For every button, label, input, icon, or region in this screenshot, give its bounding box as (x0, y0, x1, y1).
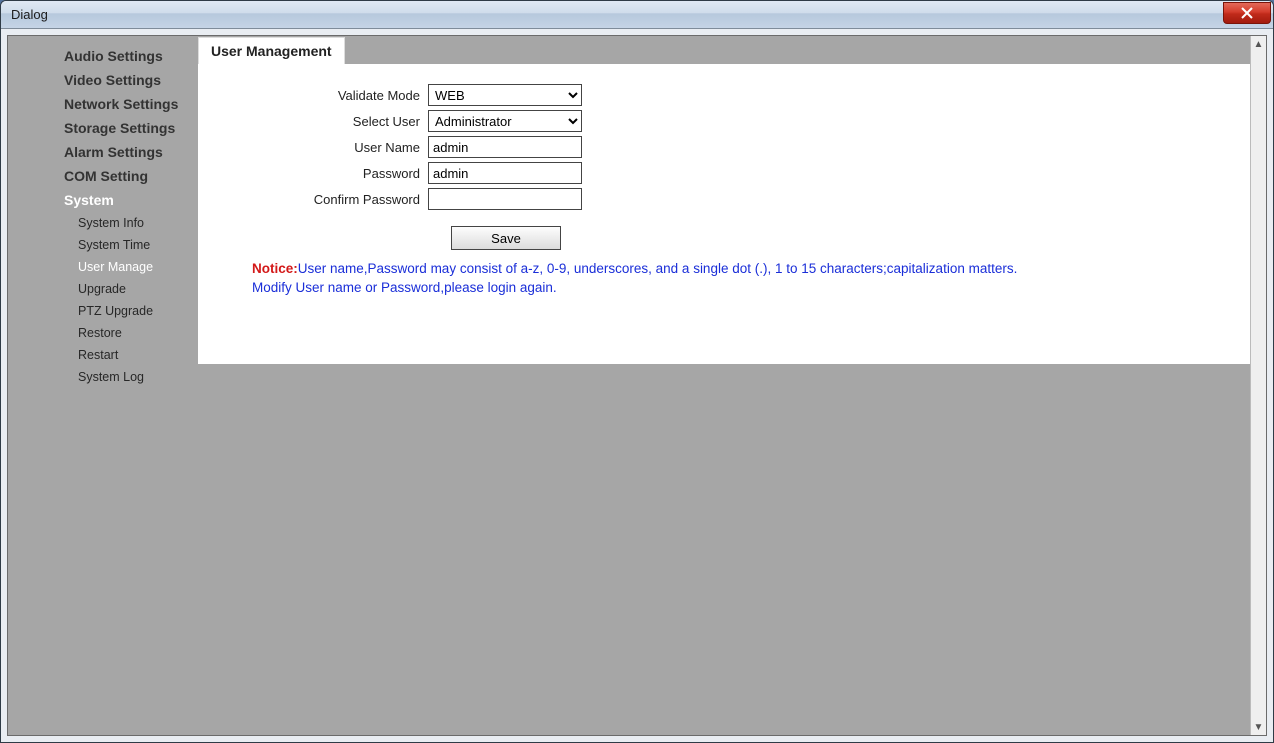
scroll-up-icon: ▲ (1251, 36, 1266, 52)
notice-text: Notice:User name,Password may consist of… (238, 260, 1210, 298)
close-button[interactable] (1223, 2, 1271, 24)
notice-line2: Modify User name or Password,please logi… (252, 280, 557, 295)
nav-storage-settings[interactable]: Storage Settings (8, 116, 198, 140)
titlebar: Dialog (1, 1, 1273, 29)
user-name-label: User Name (238, 140, 428, 155)
confirm-password-input[interactable] (428, 188, 582, 210)
main-content: User Management Validate Mode WEB Select… (198, 36, 1250, 364)
sidebar: Audio Settings Video Settings Network Se… (8, 36, 198, 388)
user-name-input[interactable] (428, 136, 582, 158)
nav-ptz-upgrade[interactable]: PTZ Upgrade (8, 300, 198, 322)
user-management-panel: Validate Mode WEB Select User Administra… (198, 64, 1250, 364)
notice-label: Notice: (252, 261, 298, 276)
tab-user-management[interactable]: User Management (198, 37, 345, 64)
confirm-password-label: Confirm Password (238, 192, 428, 207)
nav-video-settings[interactable]: Video Settings (8, 68, 198, 92)
scroll-down-icon: ▼ (1251, 719, 1266, 735)
close-icon (1241, 7, 1253, 19)
nav-system-info[interactable]: System Info (8, 212, 198, 234)
password-input[interactable] (428, 162, 582, 184)
vertical-scrollbar[interactable]: ▲ ▼ (1250, 36, 1266, 735)
validate-mode-select[interactable]: WEB (428, 84, 582, 106)
window-title: Dialog (7, 7, 48, 22)
validate-mode-label: Validate Mode (238, 88, 428, 103)
nav-restore[interactable]: Restore (8, 322, 198, 344)
nav-network-settings[interactable]: Network Settings (8, 92, 198, 116)
nav-audio-settings[interactable]: Audio Settings (8, 44, 198, 68)
select-user-label: Select User (238, 114, 428, 129)
dialog-window: Dialog Audio Settings Video Settings Net… (0, 0, 1274, 743)
nav-restart[interactable]: Restart (8, 344, 198, 366)
nav-alarm-settings[interactable]: Alarm Settings (8, 140, 198, 164)
nav-upgrade[interactable]: Upgrade (8, 278, 198, 300)
nav-system-log[interactable]: System Log (8, 366, 198, 388)
nav-user-manage[interactable]: User Manage (8, 256, 198, 278)
select-user-select[interactable]: Administrator (428, 110, 582, 132)
nav-system[interactable]: System (8, 188, 198, 212)
tab-strip: User Management (198, 36, 1250, 64)
content-frame: Audio Settings Video Settings Network Se… (7, 35, 1267, 736)
password-label: Password (238, 166, 428, 181)
save-button[interactable]: Save (451, 226, 561, 250)
nav-system-time[interactable]: System Time (8, 234, 198, 256)
nav-com-setting[interactable]: COM Setting (8, 164, 198, 188)
notice-line1: User name,Password may consist of a-z, 0… (298, 261, 1018, 276)
